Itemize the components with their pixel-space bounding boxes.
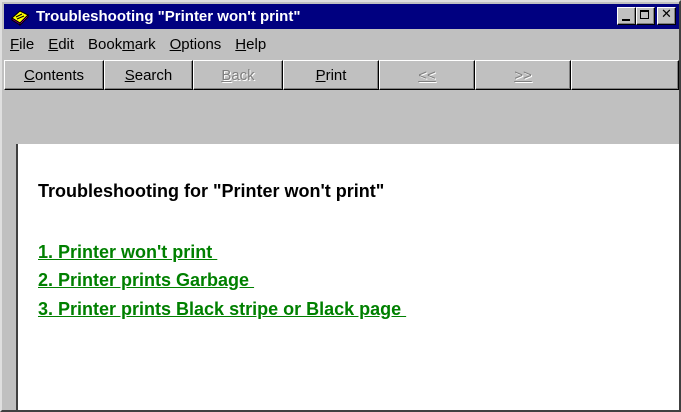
button-bar: Contents Search Back Print << >> [4,60,679,140]
contents-button[interactable]: Contents [4,60,104,90]
title-bar[interactable]: Troubleshooting "Printer won't print" ✕ [4,4,679,29]
menu-bookmark-label: ark [134,35,156,53]
search-label: earch [134,66,173,84]
back-label: ack [231,66,255,84]
menu-bookmark-accel: m [122,35,135,53]
print-accel: P [315,66,326,84]
window-title: Troubleshooting "Printer won't print" [36,8,301,25]
menu-options[interactable]: Options [163,36,229,53]
help-book-icon[interactable] [10,7,30,27]
browse-next-button[interactable]: >> [475,60,571,90]
menu-help[interactable]: Help [228,36,273,53]
print-button[interactable]: Print [283,60,379,90]
contents-label: ontents [34,66,85,84]
menu-file[interactable]: File [4,36,41,53]
back-accel: B [221,66,232,84]
menu-bookmark-label-pre: Book [88,35,123,53]
button-bar-row: Contents Search Back Print << >> [4,60,679,90]
menu-file-accel: F [10,35,20,53]
search-accel: S [124,66,135,84]
menu-options-label: ptions [181,35,222,53]
topic-link-printer-wont-print[interactable]: 1. Printer won't print [38,242,217,263]
menu-file-label: ile [19,35,35,53]
minimize-button[interactable] [617,7,636,25]
topic-content-pane[interactable]: Troubleshooting for "Printer won't print… [16,144,679,410]
menu-help-accel: H [235,35,247,53]
topic-link-prints-garbage[interactable]: 2. Printer prints Garbage [38,270,254,291]
menu-bookmark[interactable]: Bookmark [81,36,163,53]
topic-link-black-stripe[interactable]: 3. Printer prints Black stripe or Black … [38,299,406,320]
menu-options-accel: O [169,35,182,53]
close-button[interactable]: ✕ [657,7,676,25]
menu-edit[interactable]: Edit [41,36,81,53]
button-bar-filler [571,60,679,90]
maximize-icon [640,10,649,19]
back-button[interactable]: Back [193,60,283,90]
caption-buttons: ✕ [617,7,676,25]
browse-next-label: >> [514,66,532,84]
minimize-icon [622,19,630,21]
menu-edit-label: dit [58,35,75,53]
maximize-button[interactable] [636,7,655,25]
print-label: rint [325,66,347,84]
browse-previous-button[interactable]: << [379,60,475,90]
menu-edit-accel: E [48,35,59,53]
topic-heading: Troubleshooting for "Printer won't print… [38,181,385,201]
menu-help-label: elp [246,35,267,53]
search-button[interactable]: Search [104,60,193,90]
menu-bar: File Edit Bookmark Options Help [4,30,679,58]
close-icon: ✕ [661,7,672,22]
help-window: Troubleshooting "Printer won't print" ✕ … [0,0,681,412]
browse-previous-label: << [418,66,436,84]
contents-accel: C [23,66,35,84]
